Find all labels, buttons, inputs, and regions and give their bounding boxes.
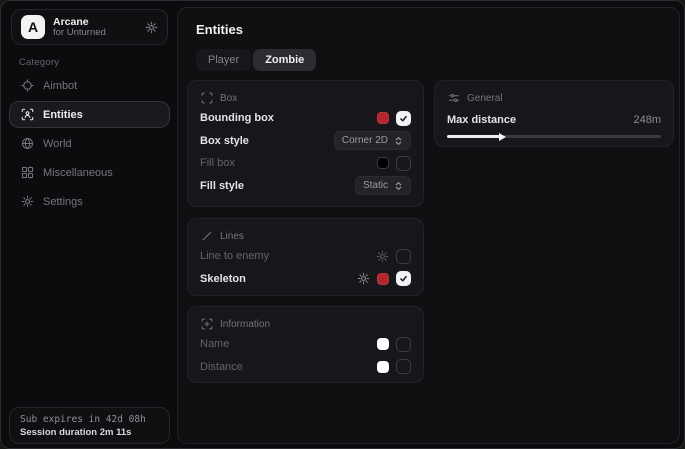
gear-icon[interactable]	[145, 21, 158, 34]
card-title: General	[467, 93, 503, 104]
fill-style-dropdown[interactable]: Static	[355, 176, 411, 195]
sidebar-item-entities[interactable]: Entities	[9, 101, 170, 128]
subscription-status-card: Sub expires in 42d 08h Session duration …	[9, 407, 170, 444]
max-distance-value: 248m	[633, 114, 661, 126]
session-duration-text: Session duration 2m 11s	[20, 427, 159, 438]
color-swatch[interactable]	[377, 157, 389, 169]
card-title: Box	[220, 93, 237, 104]
row-skeleton: Skeleton	[200, 268, 411, 291]
app-logo: A	[21, 15, 45, 39]
crosshair-icon	[20, 79, 34, 93]
sidebar-item-label: Miscellaneous	[43, 167, 113, 179]
checkbox-unchecked[interactable]	[396, 249, 411, 264]
row-bounding-box: Bounding box	[200, 107, 411, 130]
checkbox-unchecked[interactable]	[396, 359, 411, 374]
scan-person-icon	[20, 108, 34, 122]
main-panel: Entities Player Zombie Box Bounding box	[177, 7, 680, 444]
information-card: Information Name Distance	[187, 306, 424, 383]
sub-expires-text: Sub expires in 42d 08h	[20, 414, 159, 425]
row-label: Bounding box	[200, 112, 274, 124]
checkbox-unchecked[interactable]	[396, 156, 411, 171]
dropdown-value: Static	[363, 180, 388, 191]
grid-icon	[20, 166, 34, 180]
category-label: Category	[19, 57, 59, 68]
row-max-distance: Max distance 248m	[447, 109, 661, 131]
app-name: Arcane	[53, 16, 137, 28]
brand-text: Arcane for Unturned	[53, 16, 137, 39]
globe-icon	[20, 137, 34, 151]
dropdown-value: Corner 2D	[342, 135, 388, 146]
general-card-header: General	[447, 89, 661, 107]
gear-icon	[20, 195, 34, 209]
gear-icon[interactable]	[376, 250, 389, 263]
sidebar-item-world[interactable]: World	[9, 130, 170, 157]
row-label: Skeleton	[200, 273, 246, 285]
checkbox-unchecked[interactable]	[396, 337, 411, 352]
row-label: Fill box	[200, 157, 235, 169]
row-fill-box: Fill box	[200, 152, 411, 175]
lines-card: Lines Line to enemy Skeleton	[187, 218, 424, 296]
chevron-up-down-icon	[394, 136, 403, 146]
sliders-icon	[447, 92, 460, 105]
information-card-header: Information	[200, 315, 411, 333]
row-label: Box style	[200, 135, 249, 147]
scan-brackets-icon	[200, 92, 213, 105]
sidebar-nav: Aimbot Entities World	[9, 72, 170, 217]
checkbox-checked[interactable]	[396, 271, 411, 286]
scan-text-icon	[200, 318, 213, 331]
row-label: Line to enemy	[200, 250, 269, 262]
lines-card-header: Lines	[200, 227, 411, 245]
row-line-to-enemy: Line to enemy	[200, 245, 411, 268]
general-card: General Max distance 248m	[434, 80, 674, 147]
row-name: Name	[200, 333, 411, 356]
row-distance: Distance	[200, 356, 411, 379]
sidebar-item-miscellaneous[interactable]: Miscellaneous	[9, 159, 170, 186]
sidebar: A Arcane for Unturned Category A	[1, 1, 177, 448]
tab-zombie[interactable]: Zombie	[253, 49, 316, 71]
color-swatch[interactable]	[377, 112, 389, 124]
sidebar-item-label: Aimbot	[43, 80, 77, 92]
row-label: Distance	[200, 361, 243, 373]
card-title: Lines	[220, 231, 244, 242]
brand-card: A Arcane for Unturned	[11, 9, 168, 45]
chevron-up-down-icon	[394, 181, 403, 191]
diagonal-line-icon	[200, 230, 213, 243]
row-label: Fill style	[200, 180, 244, 192]
app-window: A Arcane for Unturned Category A	[0, 0, 685, 449]
slider-thumb[interactable]	[499, 133, 506, 141]
card-title: Information	[220, 319, 270, 330]
box-card: Box Bounding box Box style Corner 2D	[187, 80, 424, 207]
row-fill-style: Fill style Static	[200, 175, 411, 198]
box-style-dropdown[interactable]: Corner 2D	[334, 131, 411, 150]
color-swatch[interactable]	[377, 338, 389, 350]
row-box-style: Box style Corner 2D	[200, 130, 411, 153]
app-subtitle: for Unturned	[53, 28, 137, 39]
sidebar-item-label: World	[43, 138, 72, 150]
box-card-header: Box	[200, 89, 411, 107]
row-label: Max distance	[447, 114, 516, 126]
sidebar-item-settings[interactable]: Settings	[9, 188, 170, 215]
max-distance-slider[interactable]	[447, 135, 661, 138]
color-swatch[interactable]	[377, 361, 389, 373]
tab-player[interactable]: Player	[196, 49, 251, 71]
page-title: Entities	[196, 22, 243, 37]
slider-fill	[447, 135, 500, 138]
sidebar-item-aimbot[interactable]: Aimbot	[9, 72, 170, 99]
sidebar-item-label: Settings	[43, 196, 83, 208]
row-label: Name	[200, 338, 229, 350]
entity-tabs: Player Zombie	[196, 49, 316, 71]
color-swatch[interactable]	[377, 273, 389, 285]
gear-icon[interactable]	[357, 272, 370, 285]
checkbox-checked[interactable]	[396, 111, 411, 126]
sidebar-item-label: Entities	[43, 109, 83, 121]
